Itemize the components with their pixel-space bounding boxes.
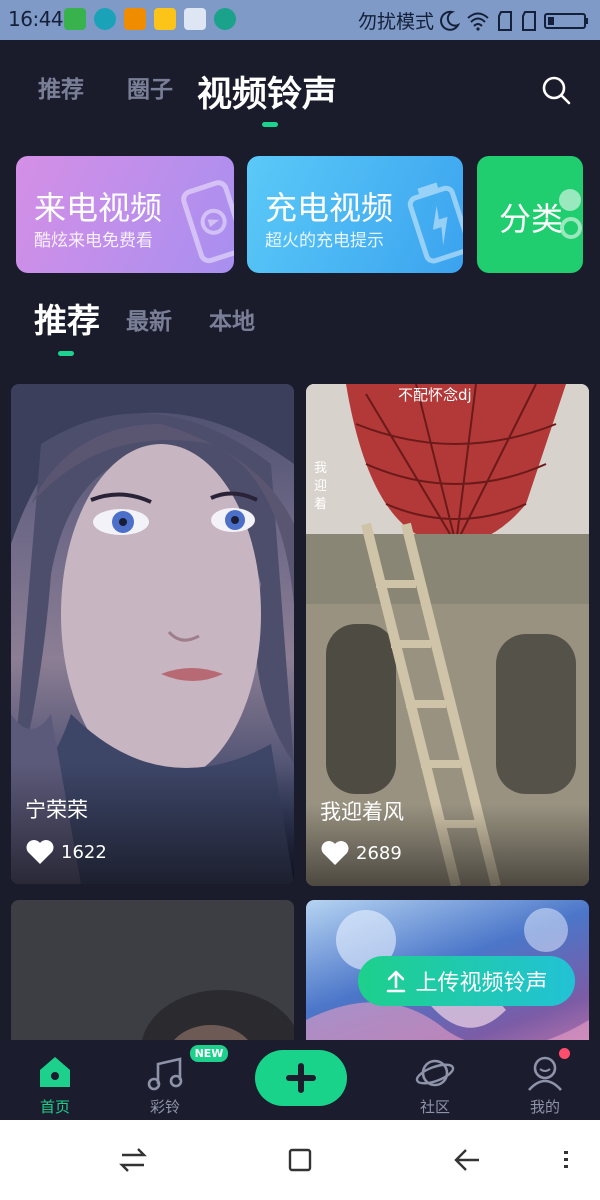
subtab-local[interactable]: 本地 (209, 302, 255, 336)
upload-video-ringtone-button[interactable]: 上传视频铃声 (358, 956, 575, 1006)
charging-video-card[interactable]: 充电视频 超火的充电提示 (247, 156, 463, 273)
incoming-call-video-card[interactable]: 来电视频 酷炫来电免费看 (16, 156, 234, 273)
main-content: 推荐 圈子 视频铃声 来电视频 酷炫来电免费看 充电视频 超火的充电提示 分类 … (0, 40, 600, 1040)
upload-icon (387, 970, 406, 993)
broom-icon (184, 8, 206, 30)
music-note-icon (147, 1057, 183, 1091)
battery-bolt-icon (407, 182, 463, 264)
notification-icon (64, 8, 86, 30)
card-subtitle: 酷炫来电免费看 (34, 231, 153, 251)
nav-profile[interactable]: 我的 (495, 1040, 595, 1120)
user-icon (528, 1056, 562, 1091)
status-time: 16:44 (8, 7, 64, 31)
system-nav-bar (0, 1120, 600, 1200)
top-tabs: 推荐 圈子 视频铃声 (0, 40, 600, 140)
nav-label: 社区 (419, 1098, 450, 1116)
active-subtab-indicator (58, 351, 74, 356)
category-icon (559, 189, 582, 239)
folder-icon (154, 8, 176, 30)
notification-icon (94, 8, 116, 30)
moon-icon (440, 10, 460, 31)
new-badge: NEW (190, 1045, 228, 1062)
nav-community[interactable]: 社区 (385, 1040, 485, 1120)
sub-tabs: 推荐 最新 本地 (0, 288, 600, 360)
video-tile[interactable]: 不配怀念dj 我迎着 我迎着风 2689 (306, 384, 589, 886)
heart-icon (321, 841, 349, 865)
subtab-latest[interactable]: 最新 (126, 302, 172, 336)
tab-circle[interactable]: 圈子 (127, 70, 173, 104)
subtab-recommend[interactable]: 推荐 (34, 294, 100, 342)
heart-icon (26, 840, 54, 864)
video-overlay-text: 不配怀念dj (398, 386, 472, 404)
search-icon[interactable] (540, 74, 572, 106)
video-tile[interactable] (11, 900, 294, 1040)
tab-recommend[interactable]: 推荐 (38, 70, 84, 104)
battery-icon (544, 12, 588, 29)
back-icon[interactable] (452, 1146, 482, 1174)
video-side-text: 我迎着 (314, 461, 328, 512)
nav-home[interactable]: 首页 (5, 1040, 105, 1120)
dnd-label: 勿扰模式 (357, 11, 434, 33)
bottom-nav: 首页 彩铃 NEW 社区 我的 (0, 1040, 600, 1120)
like-count-value: 2689 (356, 842, 402, 864)
notification-dot (559, 1048, 570, 1059)
card-title: 分类 (499, 200, 564, 238)
active-tab-indicator (262, 122, 278, 127)
video-tile[interactable]: 宁荣荣 1622 (11, 384, 294, 884)
sim-icon (522, 10, 536, 31)
status-right: 勿扰模式 (358, 7, 590, 34)
card-title: 充电视频 (265, 189, 394, 227)
feature-cards: 来电视频 酷炫来电免费看 充电视频 超火的充电提示 分类 (0, 156, 600, 274)
nav-label: 我的 (529, 1098, 560, 1116)
usb-icon (214, 8, 236, 30)
video-thumbnail (11, 900, 294, 1040)
category-card[interactable]: 分类 (477, 156, 583, 273)
sim-icon (498, 10, 512, 31)
phone-play-icon (181, 180, 234, 264)
card-subtitle: 超火的充电提示 (265, 231, 384, 251)
planet-icon (415, 1059, 455, 1087)
video-title: 我迎着风 (320, 800, 404, 824)
nav-label: 彩铃 (149, 1098, 180, 1116)
video-title: 宁荣荣 (25, 798, 88, 822)
upload-button-label: 上传视频铃声 (415, 971, 548, 996)
switch-icon[interactable] (118, 1146, 148, 1174)
tab-video-ringtone[interactable]: 视频铃声 (197, 66, 337, 117)
home-square-icon[interactable] (287, 1146, 313, 1174)
like-count: 2689 (320, 840, 402, 866)
menu-icon[interactable] (560, 1146, 572, 1174)
warning-icon (124, 8, 146, 30)
status-bar: 16:44 勿扰模式 (0, 0, 600, 40)
home-icon (40, 1057, 70, 1087)
like-count: 1622 (25, 839, 107, 865)
wifi-icon (467, 12, 489, 31)
card-title: 来电视频 (34, 189, 163, 227)
like-count-value: 1622 (61, 841, 107, 863)
plus-icon (286, 1063, 316, 1093)
nav-label: 首页 (39, 1098, 70, 1116)
create-button[interactable] (255, 1050, 347, 1106)
